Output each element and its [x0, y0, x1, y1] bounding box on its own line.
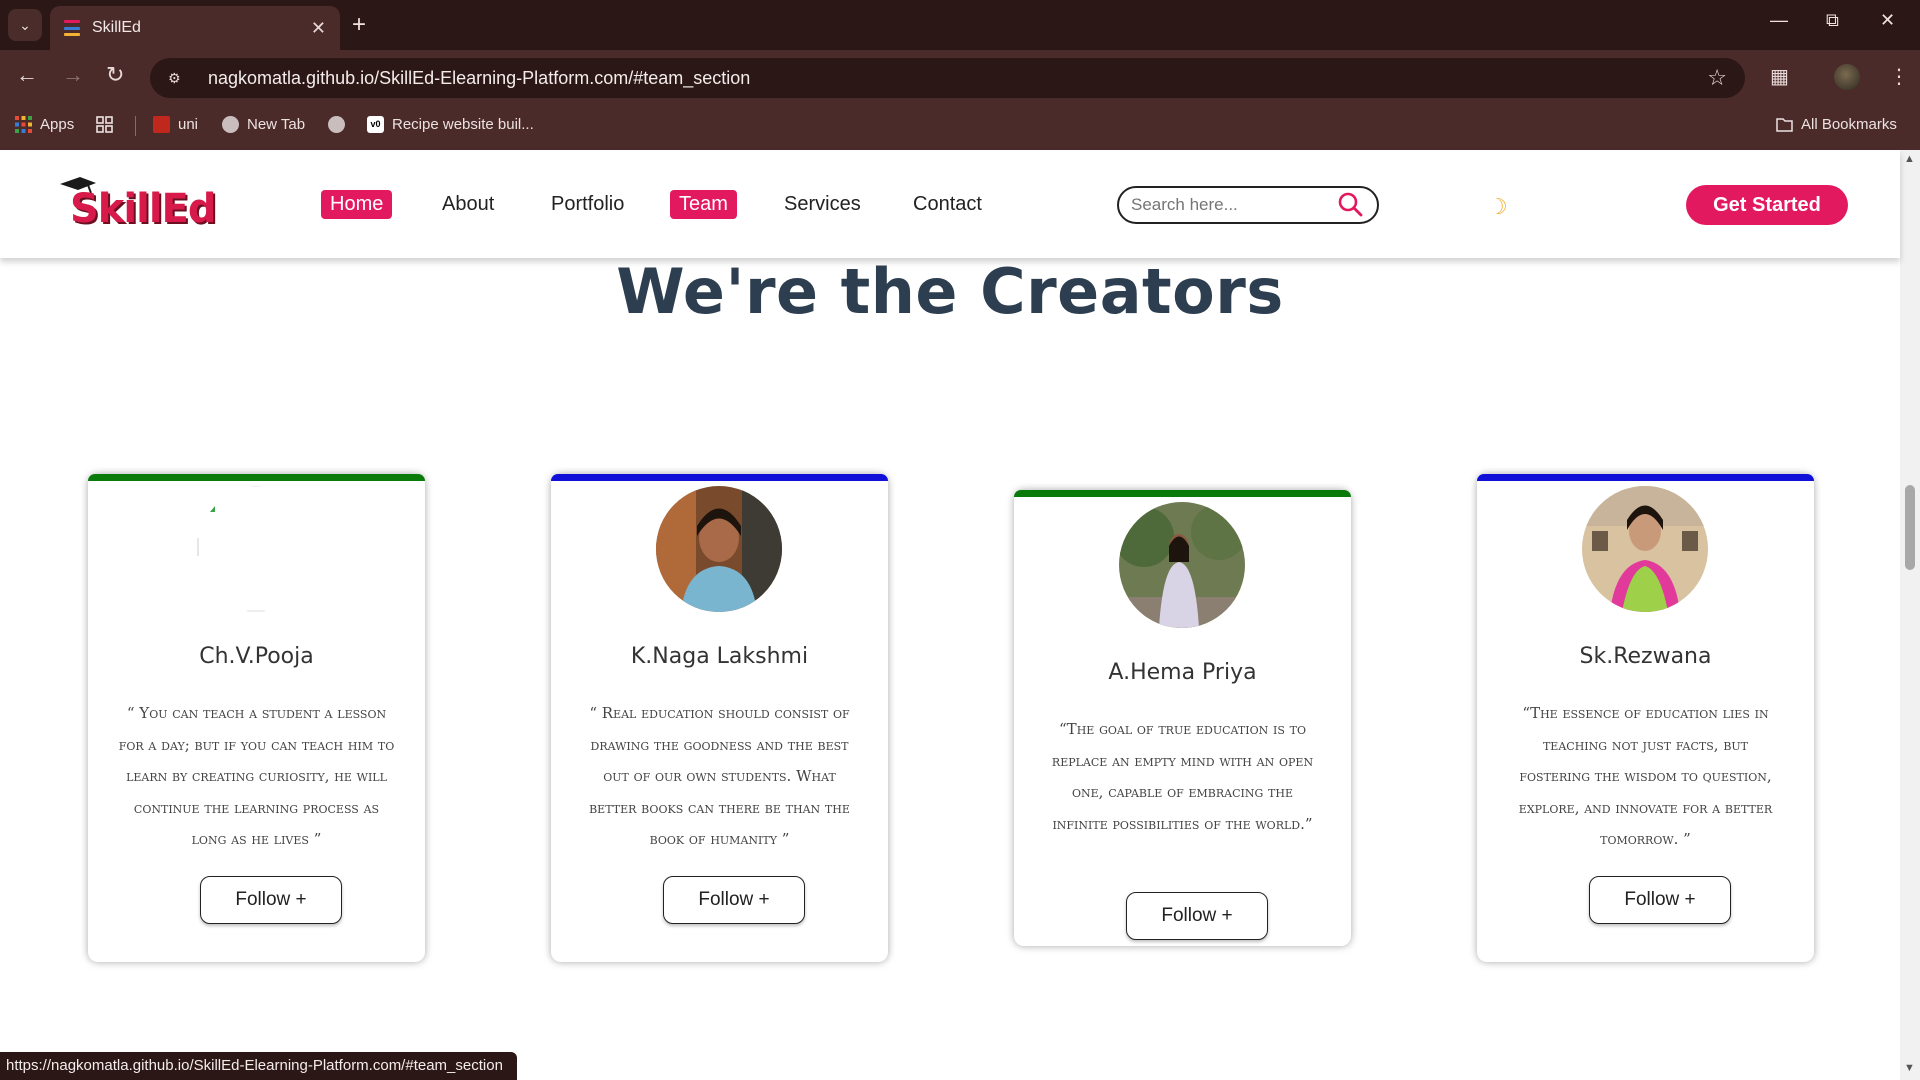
nav-home[interactable]: Home [321, 190, 393, 219]
folder-icon [1776, 118, 1793, 132]
chevron-down-icon: ⌄ [19, 16, 31, 33]
tab-close-icon[interactable]: ✕ [311, 18, 326, 39]
skilled-favicon-icon [64, 20, 80, 36]
bookmark-label: Recipe website buil... [392, 116, 534, 133]
all-bookmarks-label: All Bookmarks [1801, 116, 1897, 133]
broken-image-icon [197, 486, 265, 612]
new-tab-button[interactable]: + [352, 11, 366, 39]
browser-tab[interactable]: SkillEd ✕ [50, 6, 340, 50]
globe-icon [328, 116, 345, 133]
card-accent-bar [551, 474, 888, 481]
member-avatar [1119, 502, 1245, 628]
all-bookmarks[interactable]: All Bookmarks [1776, 116, 1897, 133]
bookmark-separator [135, 116, 136, 136]
uni-favicon-icon [153, 116, 170, 133]
tab-groups-icon [96, 116, 113, 133]
get-started-button[interactable]: Get Started [1686, 185, 1848, 225]
bookmarks-bar: Apps uni New Tab v0 Recipe website buil.… [0, 102, 1920, 150]
member-name: A.Hema Priya [1108, 660, 1257, 685]
member-quote: “ Real education should consist of drawi… [589, 704, 850, 848]
restore-icon[interactable]: ⧉ [1826, 10, 1839, 31]
browser-tab-bar: ⌄ SkillEd ✕ + — ⧉ ✕ [0, 0, 1920, 50]
member-photo [1582, 486, 1708, 612]
tab-search-button[interactable]: ⌄ [8, 9, 42, 41]
member-quote: “The goal of true education is to replac… [1051, 720, 1314, 833]
member-name: K.Naga Lakshmi [630, 644, 809, 669]
site-search [1117, 186, 1379, 224]
search-input[interactable] [1131, 195, 1331, 215]
section-title: We're the Creators [616, 255, 1284, 328]
avatar-broken-image [193, 486, 319, 612]
status-bar-url: https://nagkomatla.github.io/SkillEd-Ele… [0, 1052, 517, 1080]
bookmark-tab-groups[interactable] [96, 116, 113, 133]
reload-icon[interactable]: ↻ [106, 62, 124, 88]
site-info-icon[interactable]: ⚙ [168, 70, 194, 87]
bookmark-label: uni [178, 116, 199, 133]
site-logo[interactable]: SkillEd [58, 177, 216, 234]
nav-about[interactable]: About [433, 190, 503, 219]
bookmark-label: Apps [40, 116, 75, 133]
nav-services[interactable]: Services [775, 190, 870, 219]
nav-portfolio[interactable]: Portfolio [542, 190, 633, 219]
team-card: K.Naga Lakshmi “ Real education should c… [551, 474, 888, 962]
extensions-puzzle-icon[interactable]: ▦ [1770, 64, 1789, 89]
address-bar[interactable]: ⚙ nagkomatla.github.io/SkillEd-Elearning… [150, 58, 1745, 98]
team-card: Ch.V.Pooja “ You can teach a student a l… [88, 474, 425, 962]
browser-toolbar: ← → ↻ ⚙ nagkomatla.github.io/SkillEd-Ele… [0, 50, 1920, 102]
member-name: Sk.Rezwana [1579, 644, 1712, 669]
member-avatar [1582, 486, 1708, 612]
bookmark-recipe[interactable]: v0 Recipe website buil... [367, 116, 534, 133]
team-card: Sk.Rezwana “The essence of education lie… [1477, 474, 1814, 962]
bookmark-new-tab[interactable]: New Tab [222, 116, 305, 133]
scroll-down-arrow-icon[interactable]: ▼ [1904, 1062, 1915, 1074]
forward-arrow-icon[interactable]: → [62, 62, 84, 88]
search-icon[interactable] [1337, 191, 1363, 217]
member-quote: “The essence of education lies in teachi… [1518, 704, 1773, 848]
address-url[interactable]: nagkomatla.github.io/SkillEd-Elearning-P… [208, 68, 750, 89]
v0-favicon-icon: v0 [367, 116, 384, 133]
nav-contact[interactable]: Contact [904, 190, 991, 219]
card-accent-bar [1477, 474, 1814, 481]
follow-button[interactable]: Follow + [663, 876, 805, 924]
bookmark-apps[interactable]: Apps [15, 116, 74, 133]
scroll-up-arrow-icon[interactable]: ▲ [1904, 153, 1915, 165]
member-quote: “ You can teach a student a lesson for a… [118, 704, 395, 848]
site-header: SkillEd Home About Portfolio Team Servic… [0, 150, 1900, 258]
scrollbar-thumb[interactable] [1905, 485, 1915, 570]
card-accent-bar [1014, 490, 1351, 497]
team-card: A.Hema Priya “The goal of true education… [1014, 490, 1351, 946]
member-name: Ch.V.Pooja [199, 644, 314, 669]
bookmark-uni[interactable]: uni [153, 116, 198, 133]
window-close-icon[interactable]: ✕ [1880, 10, 1895, 31]
globe-icon [222, 116, 239, 133]
follow-button[interactable]: Follow + [1589, 876, 1731, 924]
tab-title: SkillEd [92, 19, 141, 36]
follow-button[interactable]: Follow + [1126, 892, 1268, 940]
minimize-icon[interactable]: — [1770, 10, 1788, 31]
apps-grid-icon [15, 116, 32, 133]
card-accent-bar [88, 474, 425, 481]
bookmark-star-icon[interactable]: ☆ [1707, 65, 1727, 91]
bookmark-globe[interactable] [328, 116, 345, 133]
kebab-menu-icon[interactable]: ⋮ [1889, 64, 1909, 89]
member-photo [656, 486, 782, 612]
dark-mode-moon-icon[interactable]: ☽ [1488, 194, 1508, 220]
nav-team[interactable]: Team [670, 190, 737, 219]
member-photo [1119, 502, 1245, 628]
logo-text: SkillEd [70, 186, 216, 232]
page-scrollbar[interactable]: ▲ ▼ [1900, 150, 1920, 1080]
follow-button[interactable]: Follow + [200, 876, 342, 924]
bookmark-label: New Tab [247, 116, 306, 133]
back-arrow-icon[interactable]: ← [16, 62, 38, 88]
member-avatar [656, 486, 782, 612]
profile-avatar[interactable] [1834, 64, 1860, 90]
